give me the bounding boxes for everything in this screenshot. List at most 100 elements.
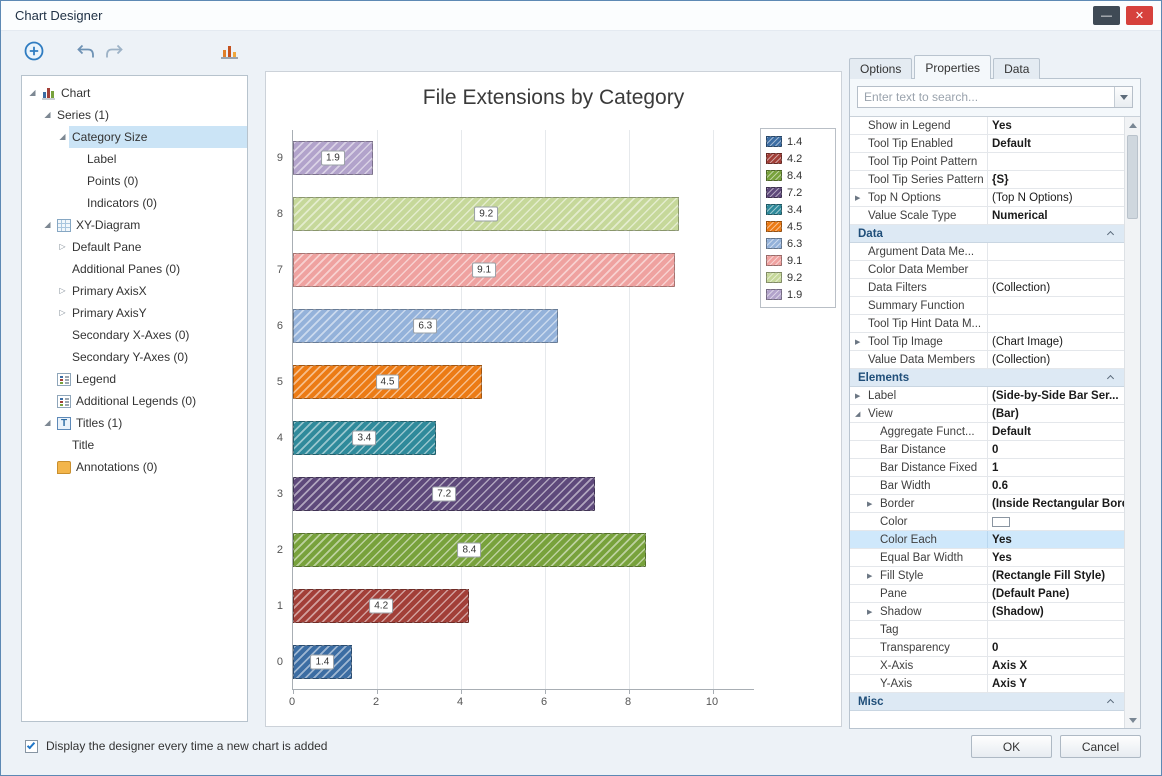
tree-item-additional-panes-0[interactable]: Additional Panes (0) [22, 258, 247, 280]
property-value[interactable]: (Bar) [988, 405, 1124, 422]
property-value[interactable]: (Default Pane) [988, 585, 1124, 602]
legend-item[interactable]: 4.2 [766, 150, 830, 167]
tree-item-title[interactable]: Title [22, 434, 247, 456]
legend-item[interactable]: 4.5 [766, 218, 830, 235]
property-value[interactable]: 1 [988, 459, 1124, 476]
chart-title[interactable]: File Extensions by Category [266, 86, 841, 110]
search-input[interactable] [858, 87, 1114, 107]
tree-item-label[interactable]: Label [22, 148, 247, 170]
tree-item-secondary-y-axes-0[interactable]: Secondary Y-Axes (0) [22, 346, 247, 368]
tree-item-xy-diagram[interactable]: ◢ XY-Diagram [22, 214, 247, 236]
collapse-chevron-icon[interactable] [1106, 230, 1115, 239]
property-value[interactable]: Yes [988, 549, 1124, 566]
property-row-bar-width[interactable]: Bar Width 0.6 [850, 477, 1124, 495]
property-row-color-each[interactable]: Color Each Yes [850, 531, 1124, 549]
tree-expander-icon[interactable]: ▷ [56, 280, 69, 302]
property-category-data[interactable]: Data [850, 225, 1124, 243]
property-row-tool-tip-image[interactable]: ▶ Tool Tip Image (Chart Image) [850, 333, 1124, 351]
property-category-misc[interactable]: Misc [850, 693, 1124, 711]
property-value[interactable]: (Shadow) [988, 603, 1124, 620]
property-row-tag[interactable]: Tag [850, 621, 1124, 639]
property-value[interactable]: (Inside Rectangular Bord... [988, 495, 1124, 512]
property-value[interactable] [988, 297, 1124, 314]
tree-item-indicators-0[interactable]: Indicators (0) [22, 192, 247, 214]
tree-expander-icon[interactable]: ◢ [41, 412, 54, 434]
tree-expander-icon[interactable]: ◢ [41, 214, 54, 236]
property-value[interactable]: (Side-by-Side Bar Ser... [988, 387, 1124, 404]
property-row-color-data-member[interactable]: Color Data Member [850, 261, 1124, 279]
tree-item-primary-axisy[interactable]: ▷ Primary AxisY [22, 302, 247, 324]
property-value[interactable] [988, 243, 1124, 260]
tree-item-points-0[interactable]: Points (0) [22, 170, 247, 192]
close-button[interactable]: ✕ [1126, 6, 1153, 25]
display-designer-checkbox[interactable] [25, 739, 38, 753]
property-row-value-scale-type[interactable]: Value Scale Type Numerical [850, 207, 1124, 225]
tree-item-chart[interactable]: ◢ Chart [22, 82, 247, 104]
tree-item-secondary-x-axes-0[interactable]: Secondary X-Axes (0) [22, 324, 247, 346]
property-value[interactable]: Axis X [988, 657, 1124, 674]
property-value[interactable]: (Rectangle Fill Style) [988, 567, 1124, 584]
legend-item[interactable]: 9.1 [766, 252, 830, 269]
property-row-x-axis[interactable]: X-Axis Axis X [850, 657, 1124, 675]
series-bar[interactable]: 4.2 [293, 589, 470, 623]
property-expander-icon[interactable]: ◢ [855, 410, 860, 418]
tree-expander-icon[interactable]: ◢ [41, 104, 54, 126]
tree-item-default-pane[interactable]: ▷ Default Pane [22, 236, 247, 258]
property-expander-icon[interactable]: ▶ [867, 500, 872, 508]
property-value[interactable]: Axis Y [988, 675, 1124, 692]
property-row-shadow[interactable]: ▶ Shadow (Shadow) [850, 603, 1124, 621]
property-value[interactable]: Default [988, 135, 1124, 152]
tree-item-additional-legends-0[interactable]: Additional Legends (0) [22, 390, 247, 412]
property-value[interactable]: 0.6 [988, 477, 1124, 494]
series-bar[interactable]: 1.9 [293, 141, 373, 175]
undo-button[interactable] [73, 38, 99, 64]
property-row-data-filters[interactable]: Data Filters (Collection) [850, 279, 1124, 297]
property-category-elements[interactable]: Elements [850, 369, 1124, 387]
property-row-aggregate-funct[interactable]: Aggregate Funct... Default [850, 423, 1124, 441]
tab-options[interactable]: Options [849, 58, 913, 79]
property-value[interactable] [988, 261, 1124, 278]
cancel-button[interactable]: Cancel [1060, 735, 1141, 758]
property-row-fill-style[interactable]: ▶ Fill Style (Rectangle Fill Style) [850, 567, 1124, 585]
series-bar[interactable]: 8.4 [293, 533, 646, 567]
property-value[interactable]: Default [988, 423, 1124, 440]
property-value[interactable]: (Chart Image) [988, 333, 1124, 350]
property-row-bar-distance[interactable]: Bar Distance 0 [850, 441, 1124, 459]
property-row-summary-function[interactable]: Summary Function [850, 297, 1124, 315]
series-bar[interactable]: 4.5 [293, 365, 482, 399]
legend-item[interactable]: 7.2 [766, 184, 830, 201]
scrollbar-thumb[interactable] [1127, 135, 1138, 219]
property-row-tool-tip-series-pattern[interactable]: Tool Tip Series Pattern {S} [850, 171, 1124, 189]
redo-button[interactable] [101, 38, 127, 64]
search-dropdown-button[interactable] [1114, 87, 1132, 107]
property-row-show-in-legend[interactable]: Show in Legend Yes [850, 117, 1124, 135]
legend-item[interactable]: 1.4 [766, 133, 830, 150]
collapse-chevron-icon[interactable] [1106, 374, 1115, 383]
property-row-top-n-options[interactable]: ▶ Top N Options (Top N Options) [850, 189, 1124, 207]
property-expander-icon[interactable]: ▶ [855, 194, 860, 202]
scrollbar-down-button[interactable] [1125, 712, 1140, 728]
vertical-scrollbar[interactable] [1124, 117, 1140, 728]
property-value[interactable]: Numerical [988, 207, 1124, 224]
property-row-y-axis[interactable]: Y-Axis Axis Y [850, 675, 1124, 693]
property-value[interactable] [988, 513, 1124, 530]
property-value[interactable] [988, 621, 1124, 638]
tree-item-category-size[interactable]: ◢ Category Size [22, 126, 247, 148]
series-bar[interactable]: 7.2 [293, 477, 596, 511]
property-value[interactable]: {S} [988, 171, 1124, 188]
legend-item[interactable]: 8.4 [766, 167, 830, 184]
legend-item[interactable]: 6.3 [766, 235, 830, 252]
legend-item[interactable]: 1.9 [766, 286, 830, 303]
series-bar[interactable]: 3.4 [293, 421, 436, 455]
scrollbar-up-button[interactable] [1125, 117, 1140, 133]
property-row-color[interactable]: Color [850, 513, 1124, 531]
property-value[interactable]: (Collection) [988, 279, 1124, 296]
tree-item-titles-1[interactable]: ◢ T Titles (1) [22, 412, 247, 434]
property-row-view[interactable]: ◢ View (Bar) [850, 405, 1124, 423]
tree-expander-icon[interactable]: ▷ [56, 236, 69, 258]
tree-expander-icon[interactable]: ▷ [56, 302, 69, 324]
collapse-chevron-icon[interactable] [1106, 698, 1115, 707]
tree-item-annotations-0[interactable]: Annotations (0) [22, 456, 247, 478]
color-swatch[interactable] [992, 516, 1010, 527]
tab-properties[interactable]: Properties [914, 55, 992, 79]
